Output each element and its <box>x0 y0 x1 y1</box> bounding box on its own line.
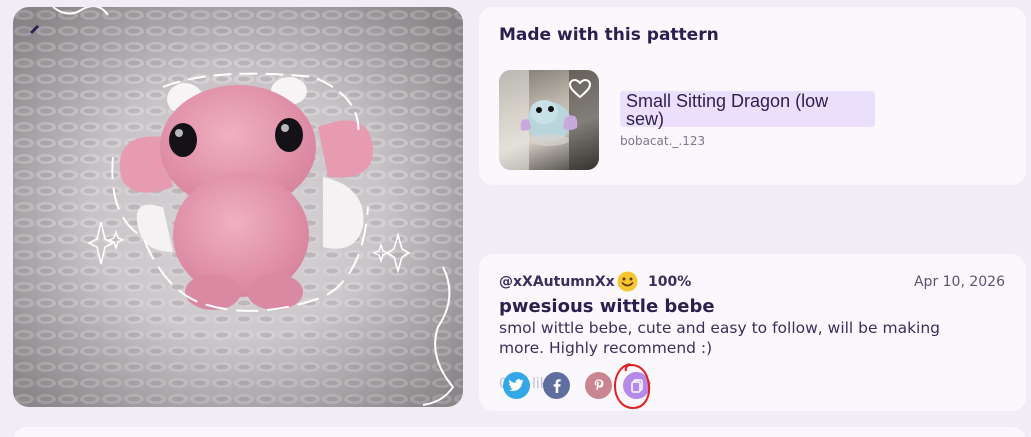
heart-outline-icon <box>569 79 591 99</box>
pattern-thumbnail[interactable] <box>499 70 599 170</box>
review-date: Apr 10, 2026 <box>913 274 1005 290</box>
review-card: @xXAutumnXx 100% Apr 10, 2026 pwesious w… <box>479 254 1026 411</box>
made-with-pattern-card: Made with this pattern Small Sitting Dra… <box>479 7 1026 185</box>
pinterest-p-icon <box>594 379 603 390</box>
pattern-author[interactable]: bobacat._.123 <box>620 134 705 148</box>
share-pinterest-button[interactable] <box>585 372 612 399</box>
made-with-title: Made with this pattern <box>499 25 719 45</box>
smiley-face-icon <box>617 271 638 292</box>
page: Made with this pattern Small Sitting Dra… <box>0 0 1031 437</box>
copy-link-button[interactable] <box>623 372 650 399</box>
twitter-bird-icon <box>509 379 524 391</box>
review-body: smol wittle bebe, cute and easy to follo… <box>499 319 941 357</box>
share-facebook-button[interactable] <box>543 372 570 399</box>
next-card <box>13 427 1026 437</box>
review-username[interactable]: @xXAutumnXx <box>499 274 615 290</box>
favorite-button[interactable] <box>567 76 593 102</box>
pencil-icon <box>29 25 39 35</box>
plushie-photo <box>13 7 463 407</box>
review-title: pwesious wittle bebe <box>499 296 715 317</box>
share-twitter-button[interactable] <box>503 372 530 399</box>
project-photo[interactable] <box>13 7 463 407</box>
pattern-title-link[interactable]: Small Sitting Dragon (low sew) <box>620 91 875 128</box>
review-score: 100% <box>648 274 692 290</box>
edit-photo-button[interactable] <box>27 23 45 41</box>
facebook-f-icon <box>553 378 561 393</box>
copy-link-icon <box>630 378 643 393</box>
